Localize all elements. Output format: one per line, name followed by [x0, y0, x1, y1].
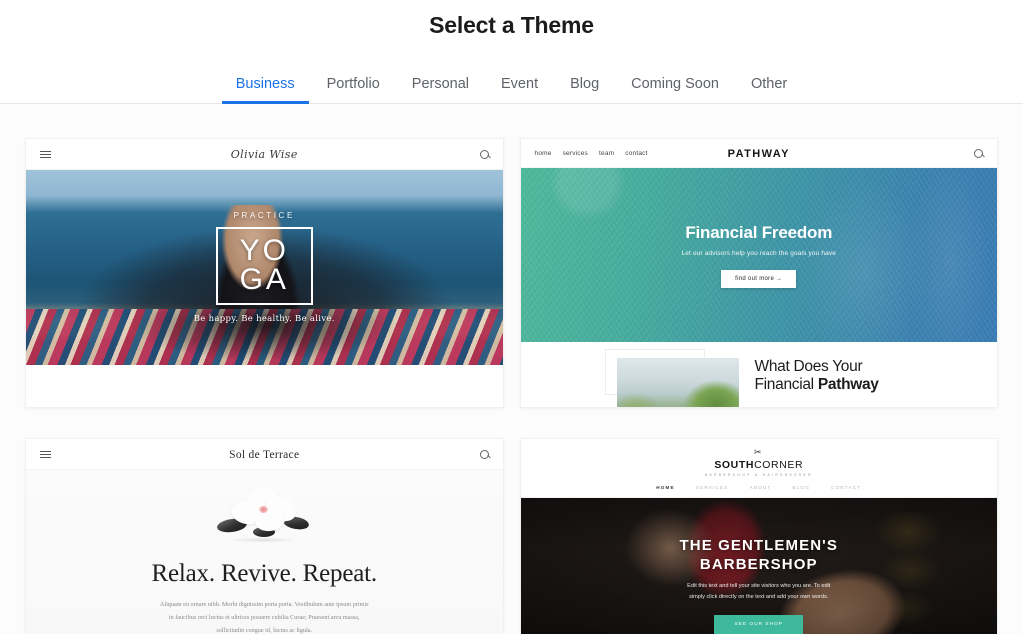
sol-hero-body: Aliquam eu ornare nibh. Morbi dignissim …: [160, 598, 369, 634]
yoga-title-box: YO GA: [215, 226, 313, 306]
page-header: Select a Theme Business Portfolio Person…: [0, 0, 1023, 104]
pathway-nav-home[interactable]: home: [535, 150, 552, 157]
southcorner-sub-line1: Edit this text and tell your site visito…: [687, 583, 831, 590]
sol-site-nav: Sol de Terrace: [26, 439, 503, 470]
hamburger-icon[interactable]: [40, 149, 51, 160]
pathway-headline-bold: Pathway: [817, 376, 879, 394]
pathway-nav-team[interactable]: team: [599, 150, 614, 157]
tab-label: Other: [751, 75, 788, 92]
tab-portfolio[interactable]: Portfolio: [311, 75, 396, 104]
tab-personal[interactable]: Personal: [396, 75, 485, 104]
tab-coming-soon[interactable]: Coming Soon: [615, 75, 735, 104]
pathway-headline-line1: What Does Your: [754, 358, 863, 375]
southcorner-nav-about[interactable]: ABOUT: [750, 485, 772, 490]
tab-label: Personal: [411, 75, 470, 92]
page-title: Select a Theme: [429, 12, 594, 38]
yoga-title-line1: YO: [239, 233, 289, 267]
search-icon[interactable]: [479, 149, 489, 159]
sol-site-logo: Sol de Terrace: [229, 449, 300, 461]
yoga-site-logo: Olivia Wise: [230, 148, 298, 161]
sol-hero-title: Relax. Revive. Repeat.: [151, 560, 378, 587]
pathway-thumbnail-image: [616, 358, 739, 407]
search-icon[interactable]: [974, 148, 983, 158]
southcorner-logo-thin: CORNER: [754, 459, 804, 471]
southcorner-cta-button[interactable]: SEE OUR SHOP: [714, 615, 804, 634]
pathway-headline-normal: Financial: [754, 376, 818, 394]
yoga-title-line2: GA: [239, 263, 289, 296]
southcorner-hero-title: THE GENTLEMEN'S BARBERSHOP: [680, 536, 838, 574]
tab-label: Blog: [570, 75, 600, 92]
southcorner-site-logo: SOUTHCORNER: [521, 459, 998, 471]
theme-card-sol-de-terrace[interactable]: Sol de Terrace Relax. Revive. Repeat. Al…: [25, 438, 504, 634]
pathway-hero-subtitle: Let our advisors help you reach the goal…: [681, 249, 837, 257]
southcorner-title-line1: THE GENTLEMEN'S: [679, 536, 838, 554]
southcorner-title-line2: BARBERSHOP: [699, 555, 818, 573]
sol-body-line2: in faucibus orci luctus et ultrices posu…: [168, 614, 360, 622]
southcorner-sub-line2: simply click directly on the text and ad…: [689, 593, 829, 600]
tab-event[interactable]: Event: [485, 75, 554, 104]
hamburger-icon[interactable]: [40, 449, 51, 460]
pathway-hero-content: Financial Freedom Let our advisors help …: [521, 168, 998, 342]
pathway-nav-links: home services team contact: [535, 150, 648, 157]
tab-blog[interactable]: Blog: [554, 75, 615, 104]
southcorner-hero-image: THE GENTLEMEN'S BARBERSHOP Edit this tex…: [520, 498, 998, 634]
tab-label: Portfolio: [326, 75, 380, 92]
yoga-tagline: Be happy. Be healthy. Be alive.: [193, 314, 335, 325]
theme-card-pathway[interactable]: home services team contact PATHWAY Finan…: [519, 138, 998, 408]
pathway-section-headline: What Does Your Financial Pathway: [755, 358, 879, 407]
southcorner-hero-subtitle: Edit this text and tell your site visito…: [687, 581, 830, 602]
sol-hero: Relax. Revive. Repeat. Aliquam eu ornare…: [26, 470, 503, 634]
yoga-hero-image: PRACTICE YO GA Be happy. Be healthy. Be …: [26, 170, 503, 365]
tab-business[interactable]: Business: [220, 75, 311, 104]
southcorner-nav-services[interactable]: SERVICES: [696, 485, 729, 490]
sol-body-line3: sollicitudin congue id, luctus ac ligula…: [216, 627, 313, 634]
theme-category-tabs: Business Portfolio Personal Event Blog C…: [0, 63, 1023, 104]
theme-card-yoga[interactable]: Olivia Wise PRACTICE YO GA Be happy. Be …: [25, 138, 504, 408]
southcorner-site-header: ✂ SOUTHCORNER BARBERSHOP & HAIRDRESSER H…: [520, 439, 998, 498]
theme-grid: Olivia Wise PRACTICE YO GA Be happy. Be …: [0, 104, 1023, 634]
tab-label: Coming Soon: [631, 75, 719, 92]
pathway-nav-contact[interactable]: contact: [625, 150, 647, 157]
sol-body-line1: Aliquam eu ornare nibh. Morbi dignissim …: [159, 601, 369, 608]
pathway-content-section: What Does Your Financial Pathway: [520, 342, 997, 407]
pathway-thumb-wrap: [604, 349, 739, 407]
pathway-headline-line2: Financial Pathway: [755, 376, 879, 394]
southcorner-nav: HOME SERVICES ABOUT BLOG CONTACT: [521, 477, 998, 497]
tab-label: Event: [501, 75, 539, 92]
yoga-eyebrow: PRACTICE: [233, 210, 295, 220]
southcorner-hero-content: THE GENTLEMEN'S BARBERSHOP Edit this tex…: [521, 498, 998, 634]
yoga-hero-overlay: PRACTICE YO GA Be happy. Be healthy. Be …: [26, 170, 503, 365]
yoga-site-nav: Olivia Wise: [26, 139, 503, 170]
southcorner-nav-home[interactable]: HOME: [656, 485, 675, 490]
southcorner-nav-contact[interactable]: CONTACT: [831, 485, 861, 490]
search-icon[interactable]: [479, 449, 489, 459]
spa-flower-stones-image: [209, 483, 319, 544]
southcorner-nav-blog[interactable]: BLOG: [792, 485, 810, 490]
pathway-hero: Financial Freedom Let our advisors help …: [520, 168, 998, 342]
southcorner-logo-bold: SOUTH: [714, 459, 755, 471]
scissors-icon: ✂: [753, 447, 764, 457]
tab-other[interactable]: Other: [735, 75, 803, 104]
theme-card-southcorner[interactable]: ✂ SOUTHCORNER BARBERSHOP & HAIRDRESSER H…: [519, 438, 998, 634]
tab-label: Business: [235, 75, 295, 92]
pathway-hero-title: Financial Freedom: [685, 222, 833, 242]
pathway-cta-button[interactable]: find out more →: [721, 269, 797, 288]
pathway-site-nav: home services team contact PATHWAY: [520, 139, 997, 168]
pathway-nav-services[interactable]: services: [563, 150, 588, 157]
